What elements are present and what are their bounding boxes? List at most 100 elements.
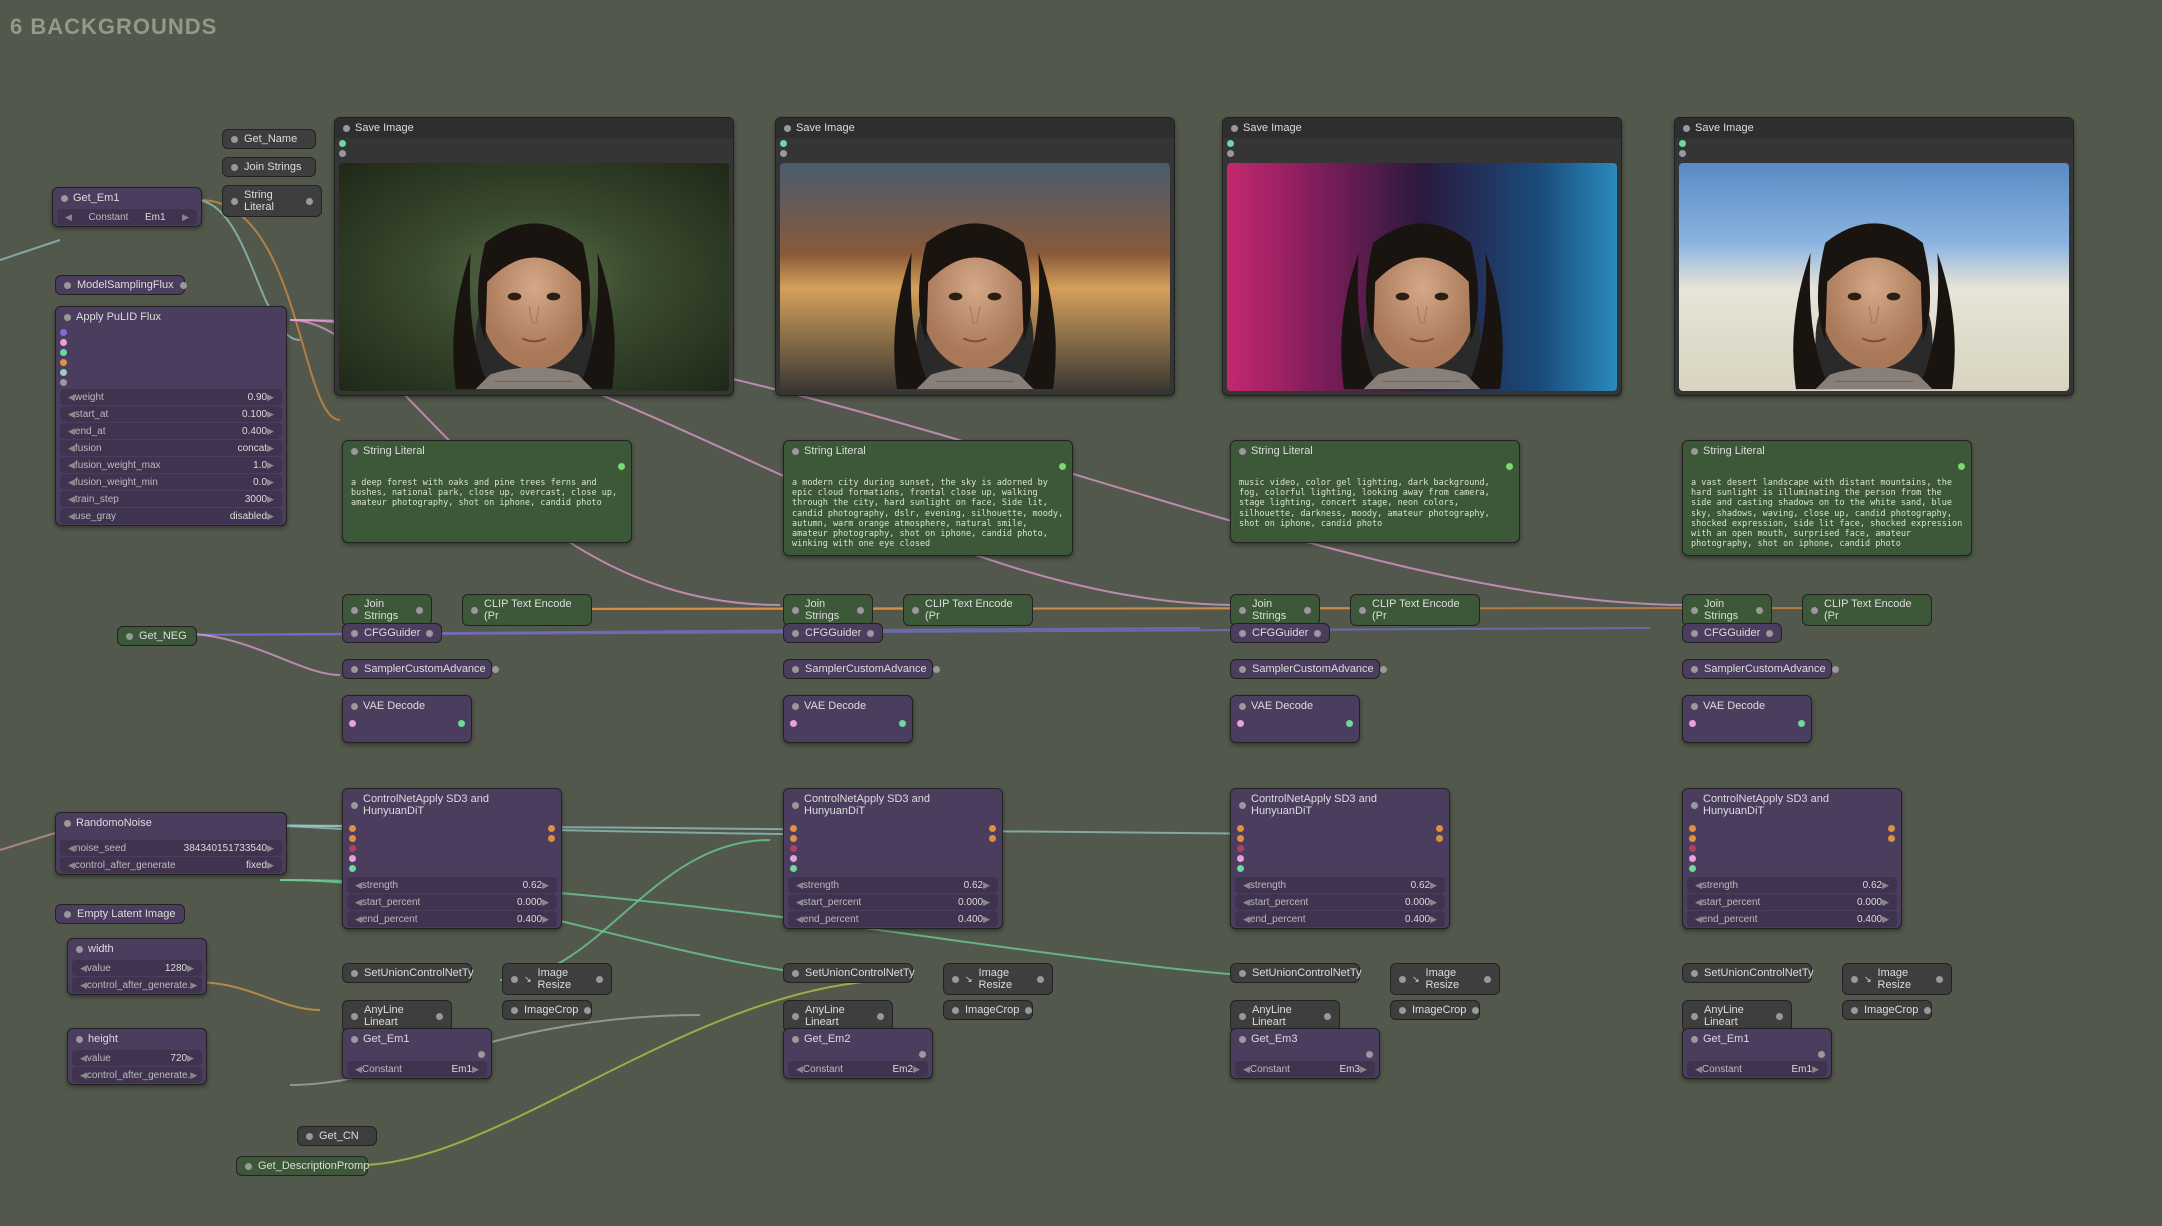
model-sampling-flux-node[interactable]: ModelSamplingFlux: [55, 275, 185, 295]
get-em-node[interactable]: Get_Em1 ◀ConstantEm1▶: [1682, 1028, 1832, 1079]
constant-widget[interactable]: ◀ConstantEm3▶: [1235, 1061, 1375, 1077]
join-strings-node[interactable]: Join Strings: [342, 594, 432, 626]
set-union-controlnet-node[interactable]: SetUnionControlNetTy: [783, 963, 913, 983]
param-control_after_generate.[interactable]: ◀control_after_generate.▶: [72, 1067, 202, 1083]
param-control_after_generate[interactable]: ◀control_after_generatefixed▶: [60, 857, 282, 873]
get-em-node[interactable]: Get_Em2 ◀ConstantEm2▶: [783, 1028, 933, 1079]
port-icon: [351, 1013, 358, 1020]
prompt-text[interactable]: a modern city during sunset, the sky is …: [784, 472, 1072, 555]
param-train_step[interactable]: ◀train_step3000▶: [60, 491, 282, 507]
height-node[interactable]: height ◀value720▶◀control_after_generate…: [67, 1028, 207, 1085]
get-name-node[interactable]: Get_Name: [222, 129, 316, 149]
empty-latent-image-node[interactable]: Empty Latent Image: [55, 904, 185, 924]
image-resize-node[interactable]: ↘Image Resize: [502, 963, 612, 995]
param-strength[interactable]: ◀strength0.62▶: [347, 877, 557, 893]
random-noise-node[interactable]: RandomoNoise ◀noise_seed384340151733540▶…: [55, 812, 287, 875]
join-strings-node[interactable]: Join Strings: [1682, 594, 1772, 626]
sampler-custom-advance-node[interactable]: SamplerCustomAdvance: [342, 659, 492, 679]
constant-widget[interactable]: ◀ConstantEm1▶: [347, 1061, 487, 1077]
get-em1-node[interactable]: Get_Em1 ◀ Constant Em1 ▶: [52, 187, 202, 227]
clip-text-encode-node[interactable]: CLIP Text Encode (Pr: [1350, 594, 1480, 626]
clip-text-encode-node[interactable]: CLIP Text Encode (Pr: [903, 594, 1033, 626]
image-resize-node[interactable]: ↘Image Resize: [943, 963, 1053, 995]
join-strings-node[interactable]: Join Strings: [222, 157, 316, 177]
node-graph-canvas[interactable]: 6 BACKGROUNDS Get_Name Join Strings Stri…: [0, 0, 2162, 1226]
string-literal-node[interactable]: String Literal music video, color gel li…: [1230, 440, 1520, 543]
vae-decode-node[interactable]: VAE Decode: [342, 695, 472, 743]
image-crop-node[interactable]: ImageCrop: [1390, 1000, 1480, 1020]
prompt-text[interactable]: music video, color gel lighting, dark ba…: [1231, 472, 1519, 542]
join-strings-node[interactable]: Join Strings: [1230, 594, 1320, 626]
set-union-controlnet-node[interactable]: SetUnionControlNetTy: [342, 963, 472, 983]
get-cn-node[interactable]: Get_CN: [297, 1126, 377, 1146]
save-image-node[interactable]: Save Image: [1222, 117, 1622, 396]
apply-pulid-flux-node[interactable]: Apply PuLID Flux ◀weight0.90▶◀start_at0.…: [55, 306, 287, 526]
param-use_gray[interactable]: ◀use_graydisabled▶: [60, 508, 282, 524]
clip-text-encode-node[interactable]: CLIP Text Encode (Pr: [1802, 594, 1932, 626]
width-node[interactable]: width ◀value1280▶◀control_after_generate…: [67, 938, 207, 995]
sampler-custom-advance-node[interactable]: SamplerCustomAdvance: [1230, 659, 1380, 679]
constant-widget[interactable]: ◀ConstantEm2▶: [788, 1061, 928, 1077]
cfg-guider-node[interactable]: CFGGuider: [783, 623, 883, 643]
cfg-guider-node[interactable]: CFGGuider: [1230, 623, 1330, 643]
string-literal-mini-node[interactable]: String Literal: [222, 185, 322, 217]
param-value[interactable]: ◀value720▶: [72, 1050, 202, 1066]
image-resize-node[interactable]: ↘Image Resize: [1390, 963, 1500, 995]
sampler-custom-advance-node[interactable]: SamplerCustomAdvance: [1682, 659, 1832, 679]
get-em-node[interactable]: Get_Em1 ◀ConstantEm1▶: [342, 1028, 492, 1079]
set-union-controlnet-node[interactable]: SetUnionControlNetTy: [1682, 963, 1812, 983]
param-fusion_weight_min[interactable]: ◀fusion_weight_min0.0▶: [60, 474, 282, 490]
constant-widget[interactable]: ◀ConstantEm1▶: [1687, 1061, 1827, 1077]
get-neg-node[interactable]: Get_NEG: [117, 626, 197, 646]
port-icon: [933, 666, 940, 673]
arrow-left-icon[interactable]: ◀: [65, 212, 72, 223]
controlnet-apply-node[interactable]: ControlNetApply SD3 and HunyuanDiT ◀stre…: [1682, 788, 1902, 929]
get-description-promp-node[interactable]: Get_DescriptionPromp: [236, 1156, 368, 1176]
cfg-guider-node[interactable]: CFGGuider: [342, 623, 442, 643]
save-image-node[interactable]: Save Image: [775, 117, 1175, 396]
string-literal-node[interactable]: String Literal a vast desert landscape w…: [1682, 440, 1972, 556]
get-em-node[interactable]: Get_Em3 ◀ConstantEm3▶: [1230, 1028, 1380, 1079]
param-end_at[interactable]: ◀end_at0.400▶: [60, 423, 282, 439]
save-image-node[interactable]: Save Image: [334, 117, 734, 396]
param-start_percent[interactable]: ◀start_percent0.000▶: [347, 894, 557, 910]
param-end_percent[interactable]: ◀end_percent0.400▶: [1687, 911, 1897, 927]
param-strength[interactable]: ◀strength0.62▶: [1235, 877, 1445, 893]
string-literal-node[interactable]: String Literal a modern city during suns…: [783, 440, 1073, 556]
cfg-guider-node[interactable]: CFGGuider: [1682, 623, 1782, 643]
param-end_percent[interactable]: ◀end_percent0.400▶: [347, 911, 557, 927]
param-fusion_weight_max[interactable]: ◀fusion_weight_max1.0▶: [60, 457, 282, 473]
controlnet-apply-node[interactable]: ControlNetApply SD3 and HunyuanDiT ◀stre…: [1230, 788, 1450, 929]
controlnet-apply-node[interactable]: ControlNetApply SD3 and HunyuanDiT ◀stre…: [783, 788, 1003, 929]
vae-decode-node[interactable]: VAE Decode: [1682, 695, 1812, 743]
param-weight[interactable]: ◀weight0.90▶: [60, 389, 282, 405]
prompt-text[interactable]: a vast desert landscape with distant mou…: [1683, 472, 1971, 555]
image-crop-node[interactable]: ImageCrop: [502, 1000, 592, 1020]
param-noise_seed[interactable]: ◀noise_seed384340151733540▶: [60, 840, 282, 856]
param-control_after_generate.[interactable]: ◀control_after_generate.▶: [72, 977, 202, 993]
vae-decode-node[interactable]: VAE Decode: [783, 695, 913, 743]
param-start_at[interactable]: ◀start_at0.100▶: [60, 406, 282, 422]
sampler-custom-advance-node[interactable]: SamplerCustomAdvance: [783, 659, 933, 679]
set-union-controlnet-node[interactable]: SetUnionControlNetTy: [1230, 963, 1360, 983]
save-image-node[interactable]: Save Image: [1674, 117, 2074, 396]
param-strength[interactable]: ◀strength0.62▶: [1687, 877, 1897, 893]
image-crop-node[interactable]: ImageCrop: [943, 1000, 1033, 1020]
param-fusion[interactable]: ◀fusionconcat▶: [60, 440, 282, 456]
controlnet-apply-node[interactable]: ControlNetApply SD3 and HunyuanDiT ◀stre…: [342, 788, 562, 929]
clip-text-encode-node[interactable]: CLIP Text Encode (Pr: [462, 594, 592, 626]
string-literal-node[interactable]: String Literal a deep forest with oaks a…: [342, 440, 632, 543]
image-crop-node[interactable]: ImageCrop: [1842, 1000, 1932, 1020]
join-strings-node[interactable]: Join Strings: [783, 594, 873, 626]
param-start_percent[interactable]: ◀start_percent0.000▶: [1235, 894, 1445, 910]
param-end_percent[interactable]: ◀end_percent0.400▶: [788, 911, 998, 927]
param-end_percent[interactable]: ◀end_percent0.400▶: [1235, 911, 1445, 927]
prompt-text[interactable]: a deep forest with oaks and pine trees f…: [343, 472, 631, 542]
param-strength[interactable]: ◀strength0.62▶: [788, 877, 998, 893]
arrow-right-icon[interactable]: ▶: [182, 212, 189, 223]
param-start_percent[interactable]: ◀start_percent0.000▶: [788, 894, 998, 910]
param-value[interactable]: ◀value1280▶: [72, 960, 202, 976]
param-start_percent[interactable]: ◀start_percent0.000▶: [1687, 894, 1897, 910]
vae-decode-node[interactable]: VAE Decode: [1230, 695, 1360, 743]
image-resize-node[interactable]: ↘Image Resize: [1842, 963, 1952, 995]
